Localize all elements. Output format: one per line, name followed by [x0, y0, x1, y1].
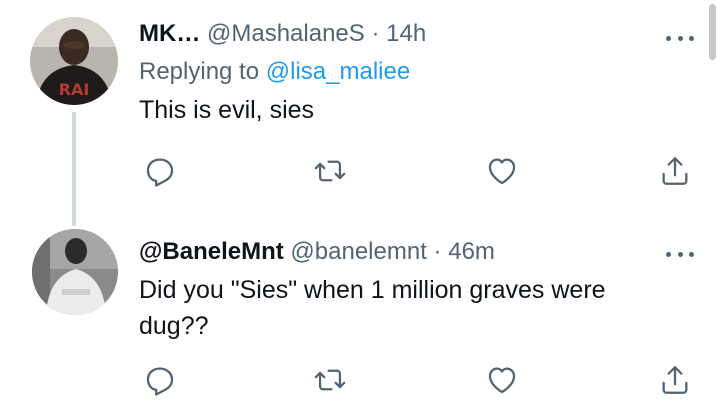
avatar-mashalanes[interactable]: RAI — [30, 17, 118, 105]
user-handle[interactable]: @MashalaneS — [207, 20, 365, 47]
display-name[interactable]: MK… — [139, 20, 200, 47]
tweet-1[interactable]: RAI MK… @MashalaneS · 14h Replying to @l… — [0, 0, 720, 226]
tweet-text-line-2: dug?? — [139, 312, 209, 340]
tweet-2[interactable]: @BaneleMnt @banelemnt · 46m Did you "Sie… — [0, 226, 720, 417]
share-icon[interactable] — [658, 154, 692, 194]
retweet-icon[interactable] — [313, 154, 347, 194]
shirt-logo: RAI — [59, 80, 90, 99]
replying-prefix: Replying to — [139, 58, 266, 85]
avatar-banelemnt[interactable] — [32, 229, 118, 315]
reply-icon[interactable] — [143, 363, 177, 403]
like-icon[interactable] — [485, 154, 519, 194]
share-icon[interactable] — [658, 363, 692, 403]
timestamp[interactable]: 46m — [448, 238, 495, 265]
reply-icon[interactable] — [143, 154, 177, 194]
action-bar — [139, 154, 699, 194]
user-handle[interactable]: @banelemnt — [290, 238, 426, 265]
tweet-text: This is evil, sies — [139, 96, 315, 124]
more-icon[interactable] — [666, 33, 694, 43]
timestamp[interactable]: 14h — [386, 20, 426, 47]
separator-dot: · — [371, 20, 380, 47]
tweet-text-line-1: Did you "Sies" when 1 million graves wer… — [139, 276, 606, 304]
separator-dot: · — [433, 238, 442, 265]
replying-to-mention[interactable]: @lisa_maliee — [266, 58, 410, 85]
more-icon[interactable] — [666, 249, 694, 259]
retweet-icon[interactable] — [313, 363, 347, 403]
tweet-header: MK… @MashalaneS · 14h — [139, 18, 690, 50]
tweet-text: Did you "Sies" when 1 million graves wer… — [139, 272, 690, 344]
action-bar — [139, 363, 699, 403]
display-name[interactable]: @BaneleMnt — [139, 238, 284, 265]
like-icon[interactable] — [485, 363, 519, 403]
thread-line — [72, 112, 76, 226]
tweet-header: @BaneleMnt @banelemnt · 46m — [139, 236, 690, 268]
replying-to: Replying to @lisa_maliee — [139, 56, 690, 88]
